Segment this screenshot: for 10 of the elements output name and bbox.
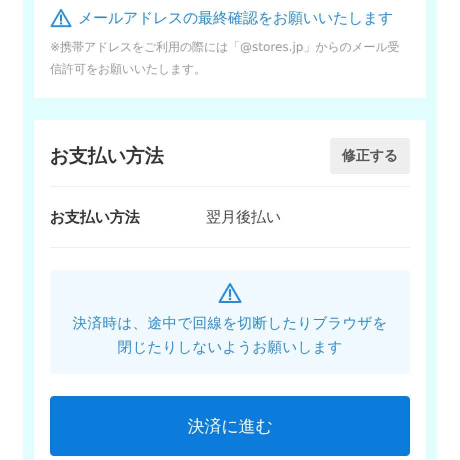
warning-icon bbox=[218, 282, 242, 304]
field-value: 翌月後払い bbox=[206, 208, 281, 226]
warning-icon bbox=[50, 8, 72, 28]
field-label: お支払い方法 bbox=[50, 208, 141, 226]
proceed-button[interactable]: 決済に進む bbox=[50, 396, 410, 456]
notice-title: メールアドレスの最終確認をお願いいたします bbox=[78, 8, 393, 28]
edit-button[interactable]: 修正する bbox=[330, 138, 410, 174]
warning-text: 決済時は、途中で回線を切断したりブラウザを閉じたりしないようお願いします bbox=[72, 314, 388, 358]
notice-text: ※携帯アドレスをご利用の際には「@stores.jp」からのメール受信許可をお願いいたします。 bbox=[50, 39, 400, 78]
section-heading: お支払い方法 bbox=[50, 144, 164, 169]
